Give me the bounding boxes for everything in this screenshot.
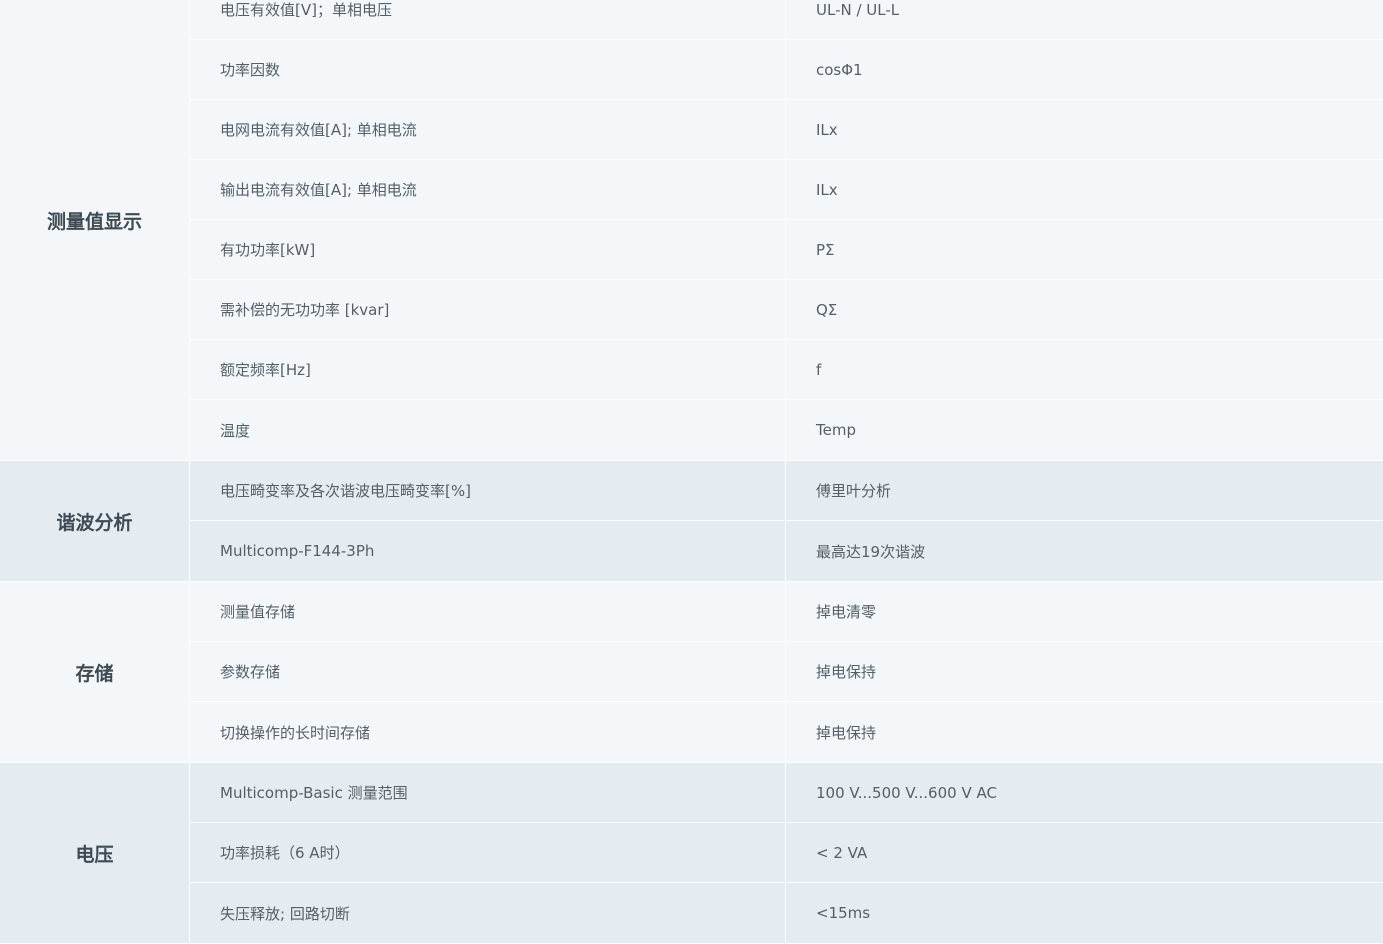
value-cell: 掉电保持 bbox=[816, 663, 877, 681]
param-cell: Multicomp-F144-3Ph bbox=[190, 521, 786, 581]
category-label: 谐波分析 bbox=[0, 461, 190, 581]
table-row: Multicomp-F144-3Ph 最高达19次谐波 bbox=[190, 521, 1383, 581]
param-cell: 额定频率[Hz] bbox=[190, 340, 786, 399]
param-cell: 电网电流有效值[A]; 单相电流 bbox=[190, 100, 786, 159]
param-cell: 参数存储 bbox=[190, 642, 786, 701]
group-rows: 电压有效值[V]；单相电压 UL-N / UL-L 功率因数 cosΦ1 电网电… bbox=[190, 0, 1383, 460]
table-row: 切换操作的长时间存储 掉电保持 bbox=[190, 702, 1383, 762]
param-cell: 需补偿的无功功率 [kvar] bbox=[190, 280, 786, 339]
value-cell: 100 V...500 V...600 V AC bbox=[816, 783, 997, 802]
value-cell: 傅里叶分析 bbox=[816, 482, 892, 500]
param-cell: 温度 bbox=[190, 400, 786, 460]
param-cell: 失压释放; 回路切断 bbox=[190, 883, 786, 943]
table-row: 需补偿的无功功率 [kvar] QΣ bbox=[190, 280, 1383, 340]
value-cell: 掉电保持 bbox=[816, 723, 877, 742]
param-cell: 电压有效值[V]；单相电压 bbox=[190, 0, 786, 39]
value-cell: < 2 VA bbox=[816, 843, 868, 862]
value-cell: UL-N / UL-L bbox=[816, 0, 900, 19]
param-cell: 功率损耗（6 A时） bbox=[190, 823, 786, 882]
value-cell: ILx bbox=[816, 120, 838, 139]
table-row: 电网电流有效值[A]; 单相电流 ILx bbox=[190, 100, 1383, 160]
value-cell: ILx bbox=[816, 180, 838, 199]
value-cell: Temp bbox=[816, 421, 856, 439]
value-cell: QΣ bbox=[816, 300, 838, 319]
value-cell: 最高达19次谐波 bbox=[816, 542, 926, 561]
group-rows: 测量值存储 掉电清零 参数存储 掉电保持 切换操作的长时间存储 掉电保持 bbox=[190, 582, 1383, 762]
param-cell: 有功功率[kW] bbox=[190, 220, 786, 279]
table-row: 额定频率[Hz] f bbox=[190, 340, 1383, 400]
param-cell: 功率因数 bbox=[190, 40, 786, 99]
param-cell: Multicomp-Basic 测量范围 bbox=[190, 763, 786, 822]
group-harmonic-analysis: 谐波分析 电压畸变率及各次谐波电压畸变率[%] 傅里叶分析 Multicomp-… bbox=[0, 461, 1383, 582]
group-rows: Multicomp-Basic 测量范围 100 V...500 V...600… bbox=[190, 763, 1383, 943]
category-label: 电压 bbox=[0, 763, 190, 943]
group-measurement-display: 测量值显示 电压有效值[V]；单相电压 UL-N / UL-L 功率因数 cos… bbox=[0, 0, 1383, 461]
table-row: 功率损耗（6 A时） < 2 VA bbox=[190, 823, 1383, 883]
group-storage: 存储 测量值存储 掉电清零 参数存储 掉电保持 切换操作的长时间存储 掉电保持 bbox=[0, 582, 1383, 763]
value-cell: PΣ bbox=[816, 240, 835, 259]
param-cell: 输出电流有效值[A]; 单相电流 bbox=[190, 160, 786, 219]
value-cell: 掉电清零 bbox=[816, 603, 877, 621]
category-label: 测量值显示 bbox=[0, 0, 190, 460]
table-row: 温度 Temp bbox=[190, 400, 1383, 460]
category-label: 存储 bbox=[0, 582, 190, 762]
table-row: 电压有效值[V]；单相电压 UL-N / UL-L bbox=[190, 0, 1383, 40]
spec-table: 测量值显示 电压有效值[V]；单相电压 UL-N / UL-L 功率因数 cos… bbox=[0, 0, 1383, 944]
value-cell: f bbox=[816, 360, 822, 379]
table-row: 参数存储 掉电保持 bbox=[190, 642, 1383, 702]
group-rows: 电压畸变率及各次谐波电压畸变率[%] 傅里叶分析 Multicomp-F144-… bbox=[190, 461, 1383, 581]
param-cell: 切换操作的长时间存储 bbox=[190, 702, 786, 762]
value-cell: cosΦ1 bbox=[816, 60, 863, 79]
param-cell: 测量值存储 bbox=[190, 582, 786, 641]
table-row: 输出电流有效值[A]; 单相电流 ILx bbox=[190, 160, 1383, 220]
value-cell: <15ms bbox=[816, 904, 871, 922]
table-row: Multicomp-Basic 测量范围 100 V...500 V...600… bbox=[190, 763, 1383, 823]
param-cell: 电压畸变率及各次谐波电压畸变率[%] bbox=[190, 461, 786, 520]
table-row: 有功功率[kW] PΣ bbox=[190, 220, 1383, 280]
group-voltage: 电压 Multicomp-Basic 测量范围 100 V...500 V...… bbox=[0, 763, 1383, 944]
table-row: 测量值存储 掉电清零 bbox=[190, 582, 1383, 642]
table-row: 失压释放; 回路切断 <15ms bbox=[190, 883, 1383, 943]
table-row: 电压畸变率及各次谐波电压畸变率[%] 傅里叶分析 bbox=[190, 461, 1383, 521]
table-row: 功率因数 cosΦ1 bbox=[190, 40, 1383, 100]
